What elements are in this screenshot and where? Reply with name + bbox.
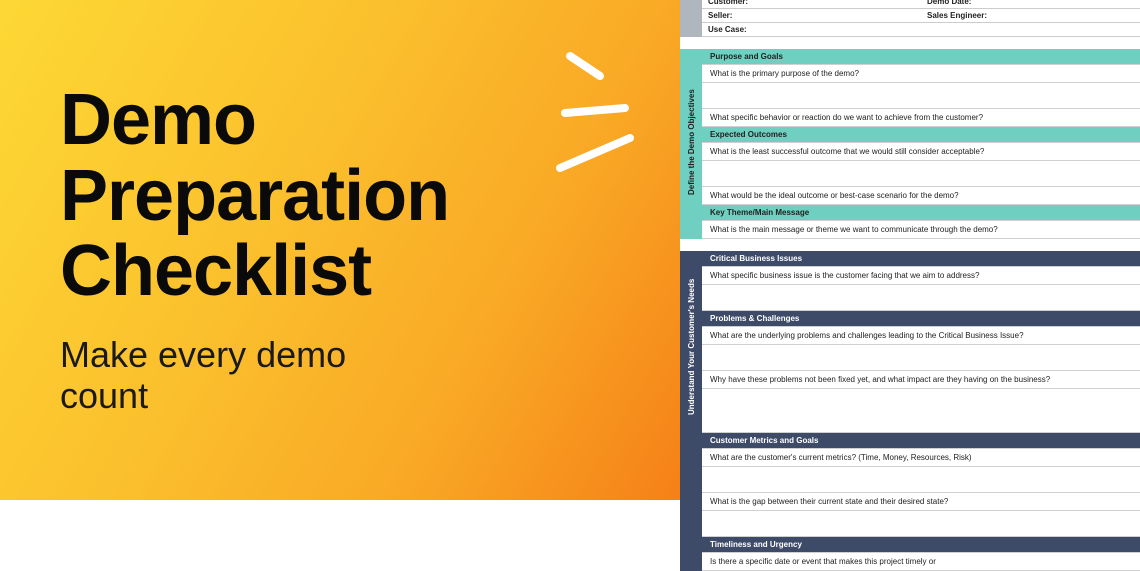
cbi-header: Critical Business Issues	[702, 251, 1140, 267]
answer-space	[702, 389, 1140, 433]
question-row: What would be the ideal outcome or best-…	[702, 187, 1140, 205]
sales-engineer-label: Sales Engineer:	[921, 9, 1140, 22]
purpose-header: Purpose and Goals	[702, 49, 1140, 65]
info-row: Use Case:	[702, 23, 1140, 37]
question-row: Is there a specific date or event that m…	[702, 553, 1140, 571]
subtitle-line-1: Make every demo	[60, 334, 630, 375]
question-row: What is the main message or theme we wan…	[702, 221, 1140, 239]
seller-label: Seller:	[702, 9, 921, 22]
question-row: What specific behavior or reaction do we…	[702, 109, 1140, 127]
section-gap	[680, 37, 1140, 49]
answer-space	[702, 285, 1140, 311]
top-info-section: Customer: Demo Date: Seller: Sales Engin…	[680, 0, 1140, 37]
answer-space	[702, 345, 1140, 371]
info-row: Customer: Demo Date:	[702, 0, 1140, 9]
customer-label: Customer:	[702, 0, 921, 8]
hero-subtitle: Make every demo count	[60, 334, 630, 417]
answer-space	[702, 511, 1140, 537]
hero-panel: Demo Preparation Checklist Make every de…	[0, 0, 690, 500]
answer-space	[702, 161, 1140, 187]
metrics-header: Customer Metrics and Goals	[702, 433, 1140, 449]
question-row: What is the primary purpose of the demo?	[702, 65, 1140, 83]
hero-title: Demo Preparation Checklist	[60, 83, 630, 310]
subtitle-line-2: count	[60, 375, 630, 416]
question-row: Why have these problems not been fixed y…	[702, 371, 1140, 389]
question-row: What are the underlying problems and cha…	[702, 327, 1140, 345]
question-row: What is the least successful outcome tha…	[702, 143, 1140, 161]
objectives-vlabel: Define the Demo Objectives	[687, 89, 696, 195]
question-row: What is the gap between their current st…	[702, 493, 1140, 511]
use-case-label: Use Case:	[702, 23, 1140, 36]
demo-date-label: Demo Date:	[921, 0, 1140, 8]
checklist-document: Customer: Demo Date: Seller: Sales Engin…	[680, 0, 1140, 505]
theme-header: Key Theme/Main Message	[702, 205, 1140, 221]
outcomes-header: Expected Outcomes	[702, 127, 1140, 143]
answer-space	[702, 467, 1140, 493]
objectives-section: Define the Demo Objectives Purpose and G…	[680, 49, 1140, 239]
customer-needs-section: Understand Your Customer's Needs Critica…	[680, 251, 1140, 571]
title-line-1: Demo	[60, 83, 630, 159]
title-line-2: Preparation	[60, 159, 630, 235]
problems-header: Problems & Challenges	[702, 311, 1140, 327]
question-row: What specific business issue is the cust…	[702, 267, 1140, 285]
urgency-header: Timeliness and Urgency	[702, 537, 1140, 553]
customer-needs-vlabel: Understand Your Customer's Needs	[687, 279, 696, 415]
title-line-3: Checklist	[60, 234, 630, 310]
answer-space	[702, 83, 1140, 109]
info-row: Seller: Sales Engineer:	[702, 9, 1140, 23]
section-gap	[680, 239, 1140, 251]
question-row: What are the customer's current metrics?…	[702, 449, 1140, 467]
